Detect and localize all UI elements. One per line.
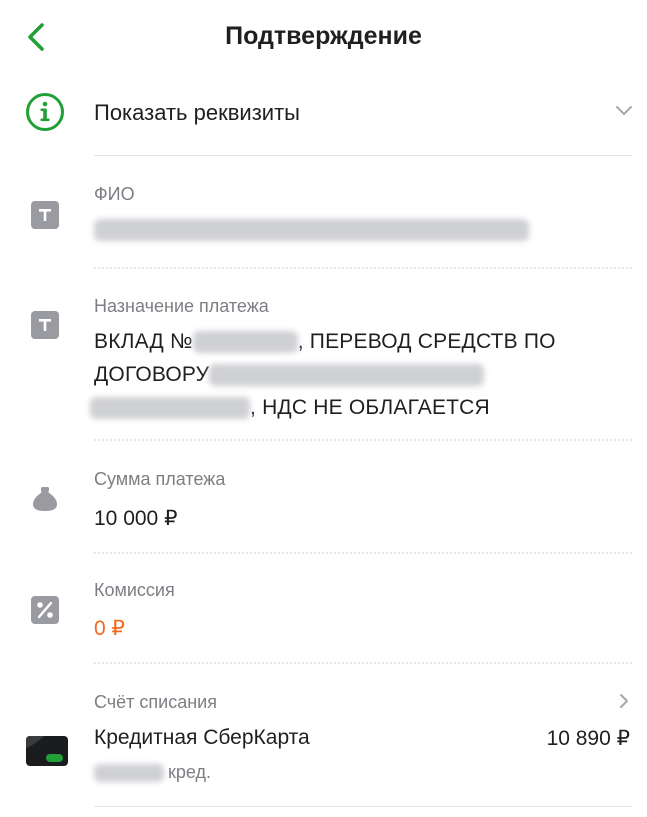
chevron-right-icon — [620, 694, 628, 708]
purpose-label: Назначение платежа — [94, 296, 269, 316]
credit-card-icon — [26, 736, 68, 766]
fio-value-redacted — [94, 218, 529, 242]
redacted-text — [90, 397, 250, 420]
divider — [94, 662, 632, 664]
purpose-text: , НДС НЕ ОБЛАГАЕТСЯ — [250, 396, 490, 419]
commission-label: Комиссия — [94, 580, 175, 600]
divider — [94, 155, 632, 156]
text-field-icon — [31, 311, 59, 339]
purpose-value: ВКЛАД № , ПЕРЕВОД СРЕДСТВ ПО ДОГОВОРУ , Н… — [90, 325, 614, 424]
debit-account-selector[interactable]: Счёт списания Кредитная СберКарта 10 890… — [0, 684, 647, 792]
amount-label: Сумма платежа — [94, 469, 226, 489]
chevron-down-icon — [616, 106, 632, 115]
fio-label: ФИО — [94, 184, 135, 204]
purpose-text: ДОГОВОРУ — [94, 363, 210, 386]
show-details-toggle[interactable]: Показать реквизиты — [0, 88, 647, 144]
commission-value: 0 ₽ — [94, 617, 125, 640]
redacted-text — [94, 764, 164, 783]
purpose-text: ВКЛАД № — [94, 330, 193, 353]
purpose-text: , ПЕРЕВОД СРЕДСТВ ПО — [297, 330, 556, 353]
redacted-text — [192, 331, 298, 354]
account-balance: 10 890 ₽ — [546, 727, 630, 750]
header-bar: Подтверждение — [0, 0, 647, 76]
percent-icon — [31, 596, 59, 624]
account-type: кред. — [168, 762, 212, 782]
divider — [94, 806, 632, 807]
text-field-icon — [31, 201, 59, 229]
page-title: Подтверждение — [225, 22, 422, 50]
debit-account-label: Счёт списания — [94, 692, 217, 712]
money-bag-icon — [33, 487, 57, 511]
info-icon — [26, 93, 64, 131]
divider — [94, 439, 632, 441]
redacted-text — [209, 364, 485, 387]
account-name: Кредитная СберКарта — [94, 726, 310, 749]
divider — [94, 552, 632, 554]
divider — [94, 267, 632, 269]
account-subtitle: кред. — [94, 762, 211, 783]
amount-value: 10 000 ₽ — [94, 507, 178, 530]
show-details-label: Показать реквизиты — [94, 100, 300, 125]
